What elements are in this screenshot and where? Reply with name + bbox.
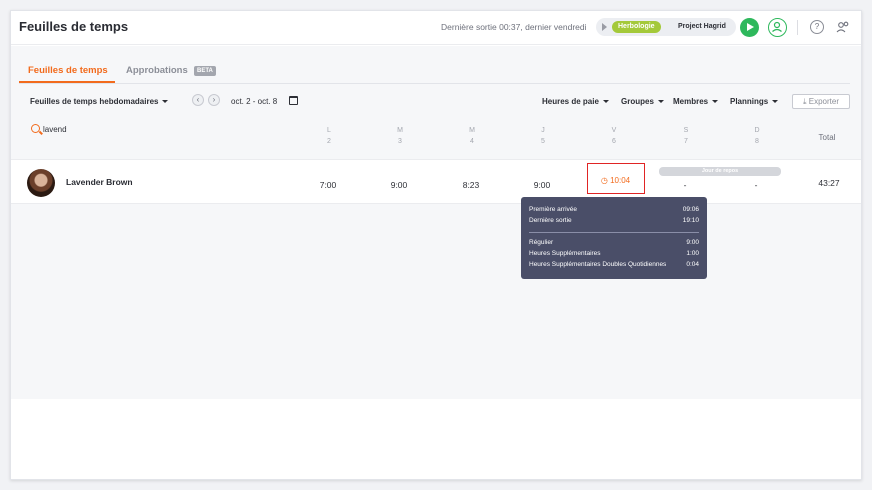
last-clock-out-status: Dernière sortie 00:37, dernier vendredi (441, 22, 587, 32)
export-button[interactable]: ⤓ Exporter (792, 94, 850, 109)
tooltip-label: Heures Supplémentaires Doubles Quotidien… (529, 261, 667, 268)
tooltip-divider (529, 232, 699, 233)
day-number: 5 (541, 138, 545, 145)
prev-week-button[interactable]: ‹ (192, 94, 204, 106)
total-column-header: Total (818, 133, 836, 142)
table-row[interactable]: Lavender Brown 7:00 9:00 8:23 9:00 ◷ 10:… (11, 159, 861, 204)
empty-table-area (11, 205, 861, 399)
start-timer-button[interactable] (740, 18, 759, 37)
day-letter: M (397, 127, 403, 134)
day-header: S7 (671, 125, 701, 147)
tooltip-value: 9:00 (686, 239, 699, 246)
day-number: 8 (755, 138, 759, 145)
tab-timesheets[interactable]: Feuilles de temps (28, 65, 108, 76)
day-cell[interactable]: 9:00 (524, 180, 560, 190)
employee-name[interactable]: Lavender Brown (66, 177, 133, 187)
tooltip-label: Première arrivée (529, 206, 578, 213)
day-letter: D (754, 127, 760, 134)
play-icon (602, 23, 607, 31)
export-label: Exporter (808, 97, 839, 106)
tooltip-label: Dernière sortie (529, 217, 572, 224)
row-total: 43:27 (818, 178, 840, 188)
groups-label: Groupes (621, 97, 654, 106)
clock-alert-icon: ◷ (600, 176, 608, 185)
tabs-divider (19, 83, 850, 84)
tooltip-value: 19:10 (682, 217, 699, 224)
day-header: L2 (314, 125, 344, 147)
beta-badge: BETA (194, 66, 216, 76)
members-dropdown[interactable]: Membres (673, 97, 719, 106)
toolbar-divider (797, 20, 798, 35)
chevron-down-icon (712, 100, 719, 104)
day-header: M3 (385, 125, 415, 147)
job-tag: Herbologie (612, 21, 661, 33)
cell-alert-hours: 10:04 (610, 176, 631, 185)
help-icon[interactable]: ? (810, 20, 824, 34)
day-letter: S (683, 127, 689, 134)
search-icon (31, 124, 40, 133)
next-week-button[interactable]: › (208, 94, 220, 106)
day-number: 6 (612, 138, 616, 145)
chevron-down-icon (772, 100, 779, 104)
day-cell[interactable]: - (738, 180, 774, 190)
user-clock-button[interactable] (768, 18, 787, 37)
filter-bar: Feuilles de temps hebdomadaires ‹ › oct.… (11, 91, 861, 113)
day-cell[interactable]: 8:23 (453, 180, 489, 190)
date-range: oct. 2 - oct. 8 (231, 97, 278, 106)
calendar-icon[interactable] (289, 96, 298, 105)
play-icon (747, 23, 754, 31)
day-header: V6 (599, 125, 629, 147)
day-number: 2 (327, 138, 331, 145)
avatar (27, 169, 55, 197)
pay-hours-dropdown[interactable]: Heures de paie (542, 97, 609, 106)
chevron-down-icon (602, 100, 609, 104)
team-icon[interactable] (835, 19, 851, 35)
day-header: D8 (742, 125, 772, 147)
members-label: Membres (673, 97, 709, 106)
tooltip-label: Heures Supplémentaires (529, 250, 601, 257)
tooltip-label: Régulier (529, 239, 554, 246)
day-details-tooltip: Première arrivée 09:06 Dernière sortie 19:… (521, 197, 707, 279)
day-letter: L (327, 127, 331, 134)
project-tag: Project Hagrid (678, 23, 726, 30)
chevron-down-icon (162, 100, 169, 104)
day-letter: V (611, 127, 617, 134)
view-select-label: Feuilles de temps hebdomadaires (30, 97, 159, 106)
schedules-dropdown[interactable]: Plannings (730, 97, 779, 106)
groups-dropdown[interactable]: Groupes (621, 97, 664, 106)
rest-day-bar: Jour de repos (659, 167, 781, 176)
search-input[interactable] (43, 122, 163, 136)
top-bar: Feuilles de temps Dernière sortie 00:37,… (11, 11, 861, 45)
cell-alert-value: ◷ 10:04 (588, 176, 643, 185)
tooltip-value: 09:06 (682, 206, 699, 213)
chevron-down-icon (657, 100, 664, 104)
page-title: Feuilles de temps (19, 19, 129, 34)
day-number: 7 (684, 138, 688, 145)
day-cell-highlighted[interactable]: ◷ 10:04 (587, 163, 645, 194)
day-header: M4 (457, 125, 487, 147)
tab-approvals[interactable]: Approbations (126, 65, 188, 76)
tooltip-value: 0:04 (686, 261, 699, 268)
timer-job-selector[interactable]: Herbologie Project Hagrid (596, 18, 736, 36)
day-cell[interactable]: - (667, 180, 703, 190)
day-header: J5 (528, 125, 558, 147)
search-row (11, 119, 861, 159)
timesheets-window: Feuilles de temps Dernière sortie 00:37,… (10, 10, 862, 480)
day-letter: M (469, 127, 475, 134)
day-number: 4 (470, 138, 474, 145)
day-cell[interactable]: 9:00 (381, 180, 417, 190)
day-letter: J (541, 127, 545, 134)
schedules-label: Plannings (730, 97, 769, 106)
user-icon (772, 21, 782, 32)
day-number: 3 (398, 138, 402, 145)
pay-hours-label: Heures de paie (542, 97, 599, 106)
day-cell[interactable]: 7:00 (310, 180, 346, 190)
view-select-dropdown[interactable]: Feuilles de temps hebdomadaires (30, 97, 169, 106)
tooltip-value: 1:00 (686, 250, 699, 257)
